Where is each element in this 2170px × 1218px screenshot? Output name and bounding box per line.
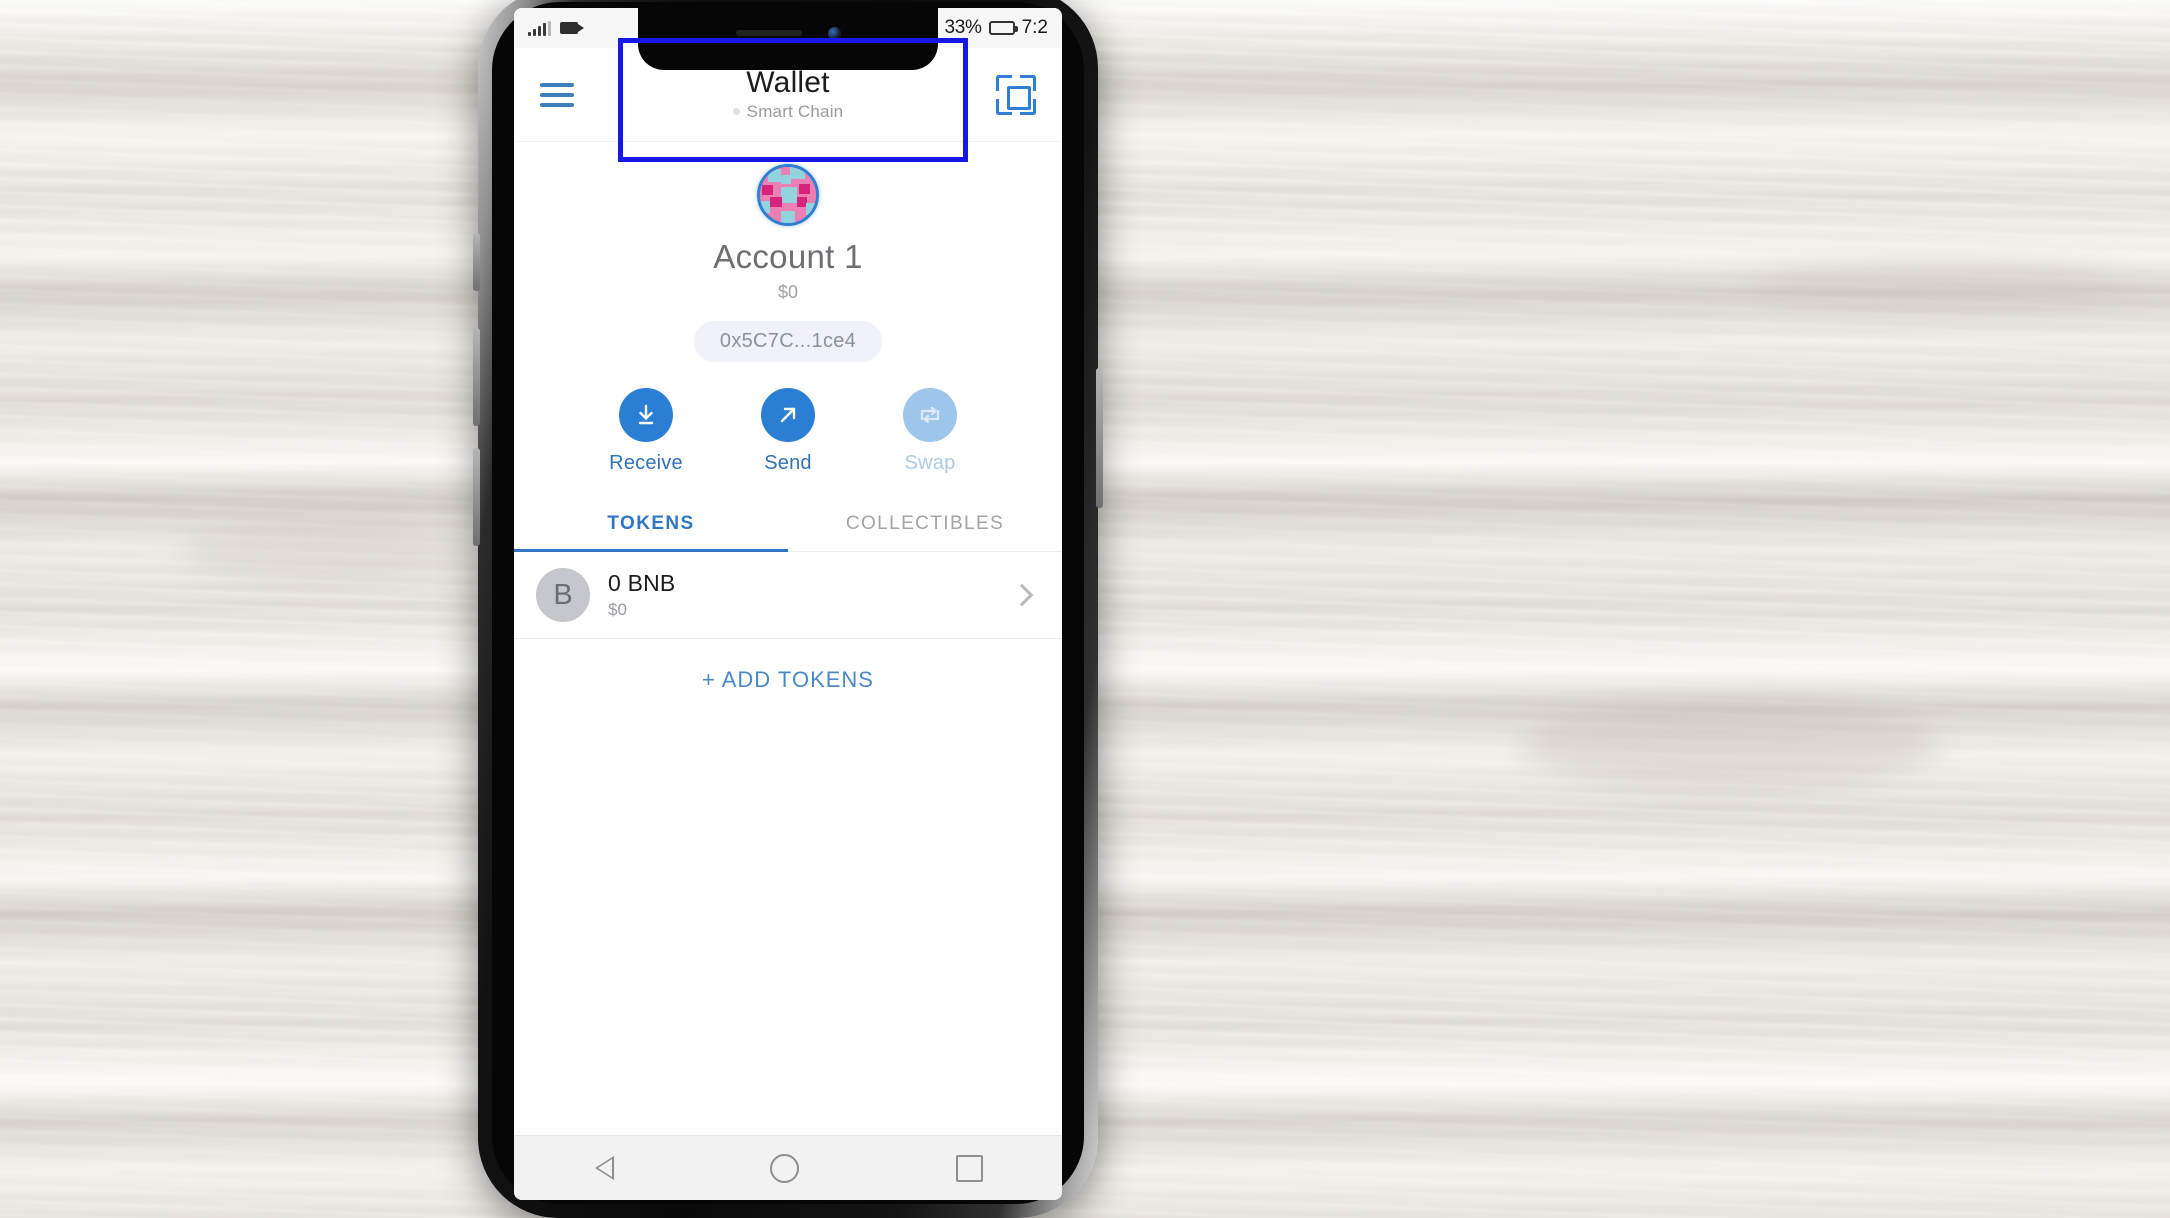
- account-summary: Account 1 $0 0x5C7C...1ce4: [514, 142, 1062, 362]
- chevron-right-icon: [1010, 583, 1034, 607]
- arrow-up-right-glyph: [780, 407, 796, 423]
- phone-side-button-silent[interactable]: [473, 233, 480, 291]
- token-logo-icon: B: [536, 568, 590, 622]
- token-amount: 0 BNB: [608, 570, 676, 596]
- wood-grain-knot: [1520, 700, 1940, 790]
- phone-side-button-volume-down[interactable]: [473, 448, 480, 546]
- status-bar-clock: 7:2: [1021, 17, 1048, 38]
- swap-label: Swap: [904, 452, 956, 474]
- screenshot-stage: 33% 7:2 Wallet Smart Chain Account 1 $0 …: [0, 0, 2170, 1218]
- video-camera-icon: [560, 22, 584, 34]
- phone-side-button-volume-up[interactable]: [473, 328, 480, 426]
- arrow-up-right-icon: [761, 388, 815, 442]
- download-arrow-icon: [619, 388, 673, 442]
- earpiece-speaker: [735, 30, 802, 36]
- header-title-block: Wallet Smart Chain: [514, 67, 1062, 122]
- back-triangle-icon[interactable]: [593, 1155, 614, 1181]
- token-fiat-value: $0: [608, 600, 627, 619]
- tab-collectibles[interactable]: COLLECTIBLES: [788, 501, 1062, 551]
- tab-active-underline: [514, 549, 788, 552]
- receive-label: Receive: [609, 452, 683, 474]
- swap-button[interactable]: Swap: [882, 388, 978, 475]
- download-arrow-glyph: [638, 404, 654, 425]
- network-name-label: Smart Chain: [746, 101, 844, 121]
- android-nav-bar: [514, 1135, 1062, 1200]
- status-bar-right: 33% 7:2: [944, 17, 1048, 39]
- hamburger-menu-icon[interactable]: [540, 82, 574, 107]
- receive-button[interactable]: Receive: [598, 388, 694, 475]
- token-list: B 0 BNB $0: [514, 552, 1062, 639]
- wood-grain-knot: [1750, 260, 2130, 310]
- phone-side-button-power[interactable]: [1096, 368, 1103, 508]
- account-address-pill[interactable]: 0x5C7C...1ce4: [693, 321, 883, 362]
- battery-icon: [988, 21, 1018, 35]
- account-name: Account 1: [713, 238, 863, 275]
- recents-square-icon[interactable]: [956, 1154, 984, 1182]
- status-bar: 33% 7:2: [514, 8, 1062, 70]
- wallet-tabs: TOKENS COLLECTIBLES: [514, 501, 1062, 552]
- send-label: Send: [764, 452, 812, 474]
- front-camera-icon: [827, 26, 841, 40]
- send-button[interactable]: Send: [740, 388, 836, 475]
- tab-tokens[interactable]: TOKENS: [514, 501, 788, 551]
- table-row[interactable]: B 0 BNB $0: [514, 552, 1062, 639]
- display-notch: [638, 8, 938, 70]
- swap-arrows-glyph: [920, 406, 940, 424]
- page-title: Wallet: [746, 66, 830, 100]
- identicon-avatar[interactable]: [757, 164, 819, 226]
- account-fiat-balance: $0: [777, 282, 799, 302]
- swap-arrows-icon: [903, 388, 957, 442]
- add-tokens-button[interactable]: + ADD TOKENS: [514, 639, 1062, 721]
- signal-bars-icon: [528, 20, 551, 36]
- home-circle-icon[interactable]: [769, 1153, 799, 1183]
- account-actions: Receive Send Swap: [514, 388, 1062, 475]
- battery-percent-label: 33%: [944, 17, 982, 38]
- wood-grain-knot: [180, 520, 480, 580]
- token-info: 0 BNB $0: [608, 570, 1014, 620]
- phone-screen: 33% 7:2 Wallet Smart Chain Account 1 $0 …: [514, 8, 1062, 1200]
- status-bar-left: [528, 20, 584, 36]
- network-indicator[interactable]: Smart Chain: [514, 102, 1062, 122]
- network-status-dot: [732, 108, 740, 116]
- qr-scan-icon[interactable]: [996, 74, 1036, 115]
